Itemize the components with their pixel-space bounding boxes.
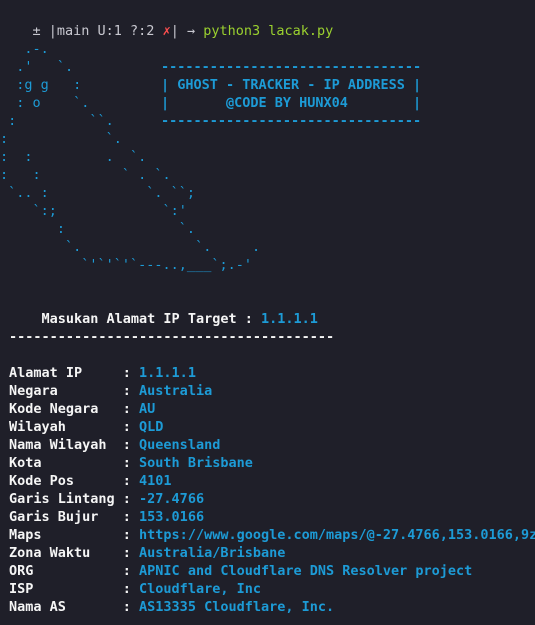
result-row: ISP : Cloudflare, Inc xyxy=(9,580,261,598)
result-value: South Brisbane xyxy=(139,455,253,471)
result-row: Nama Wilayah : Queensland xyxy=(9,436,220,454)
result-value: 4101 xyxy=(139,473,172,489)
result-row: Kota : South Brisbane xyxy=(9,454,253,472)
ascii-art-line: : o `. xyxy=(0,95,90,111)
ascii-art-line: : ``. xyxy=(0,113,114,129)
result-label: Negara : xyxy=(9,383,140,399)
result-row: Negara : Australia xyxy=(9,382,212,400)
result-label: Zona Waktu : xyxy=(9,545,140,561)
banner-border-top: -------------------------------- xyxy=(161,59,422,75)
result-value: APNIC and Cloudflare DNS Resolver projec… xyxy=(139,563,473,579)
result-value: 153.0166 xyxy=(139,509,205,525)
result-row: Wilayah : QLD xyxy=(9,418,163,436)
ascii-art-line: : `. xyxy=(0,221,196,237)
separator: ---------------------------------------- xyxy=(9,329,335,345)
prompt-divider: | xyxy=(170,23,187,39)
maps-link[interactable]: https://www.google.com/maps/@-27.4766,15… xyxy=(139,527,535,543)
result-row: Kode Pos : 4101 xyxy=(9,472,172,490)
result-row: Garis Bujur : 153.0166 xyxy=(9,508,204,526)
ascii-art-line: : `. xyxy=(0,131,122,147)
ascii-art-line: :g g : xyxy=(0,77,82,93)
terminal-window[interactable]: ± |main U:1 ?:2 ✗| → python3 lacak.py .-… xyxy=(0,0,535,625)
ascii-art-line: : : . `. xyxy=(0,149,147,165)
command-text: python3 lacak.py xyxy=(203,23,334,39)
ascii-art-line: .' `. xyxy=(0,59,74,75)
banner-title: | GHOST - TRACKER - IP ADDRESS | xyxy=(161,77,422,93)
result-label: Kode Negara : xyxy=(9,401,140,417)
result-label: Kode Pos : xyxy=(9,473,140,489)
result-value: Australia xyxy=(139,383,213,399)
result-value: Cloudflare, Inc xyxy=(139,581,261,597)
result-label: Nama AS : xyxy=(9,599,140,615)
dirty-mark: ✗ xyxy=(162,23,171,39)
result-value: Australia/Brisbane xyxy=(139,545,286,561)
ascii-art-line: `:; `:' xyxy=(0,203,187,219)
result-value: -27.4766 xyxy=(139,491,205,507)
result-row: ORG : APNIC and Cloudflare DNS Resolver … xyxy=(9,562,472,580)
result-value: 1.1.1.1 xyxy=(139,365,196,381)
result-label: Garis Lintang : xyxy=(9,491,140,507)
result-row: Nama AS : AS13335 Cloudflare, Inc. xyxy=(9,598,334,616)
banner-border-bottom: -------------------------------- xyxy=(161,113,422,129)
result-row: Maps : https://www.google.com/maps/@-27.… xyxy=(9,526,535,544)
result-label: Maps : xyxy=(9,527,140,543)
result-row: Kode Negara : AU xyxy=(9,400,155,418)
git-status: ± |main U:1 ?:2 xyxy=(32,23,163,39)
result-value: QLD xyxy=(139,419,164,435)
result-label: Nama Wilayah : xyxy=(9,437,140,453)
arrow-icon: → xyxy=(186,23,204,39)
shell-prompt: ± |main U:1 ?:2 ✗| → python3 lacak.py xyxy=(0,4,334,58)
ip-input-value: 1.1.1.1 xyxy=(260,311,318,327)
result-value: AS13335 Cloudflare, Inc. xyxy=(139,599,335,615)
ascii-art-line: : : ` . `. xyxy=(0,167,171,183)
result-row: Garis Lintang : -27.4766 xyxy=(9,490,204,508)
ip-input-label: Masukan Alamat IP Target : xyxy=(41,311,261,327)
result-label: Alamat IP : xyxy=(9,365,140,381)
result-label: ORG : xyxy=(9,563,140,579)
result-row: Alamat IP : 1.1.1.1 xyxy=(9,364,196,382)
ascii-art-line: `.. : `. ``; xyxy=(0,185,196,201)
result-label: Garis Bujur : xyxy=(9,509,140,525)
result-label: Kota : xyxy=(9,455,140,471)
banner-credit: | @CODE BY HUNX04 | xyxy=(161,95,422,111)
ascii-art-line: `'`'`'`---..,___`;.-' xyxy=(0,257,252,273)
result-label: ISP : xyxy=(9,581,140,597)
result-value: Queensland xyxy=(139,437,221,453)
result-value: AU xyxy=(139,401,156,417)
result-row: Zona Waktu : Australia/Brisbane xyxy=(9,544,285,562)
ascii-art-line: .-. xyxy=(0,41,49,57)
result-label: Wilayah : xyxy=(9,419,140,435)
ascii-art-line: `. `. . xyxy=(0,239,261,255)
